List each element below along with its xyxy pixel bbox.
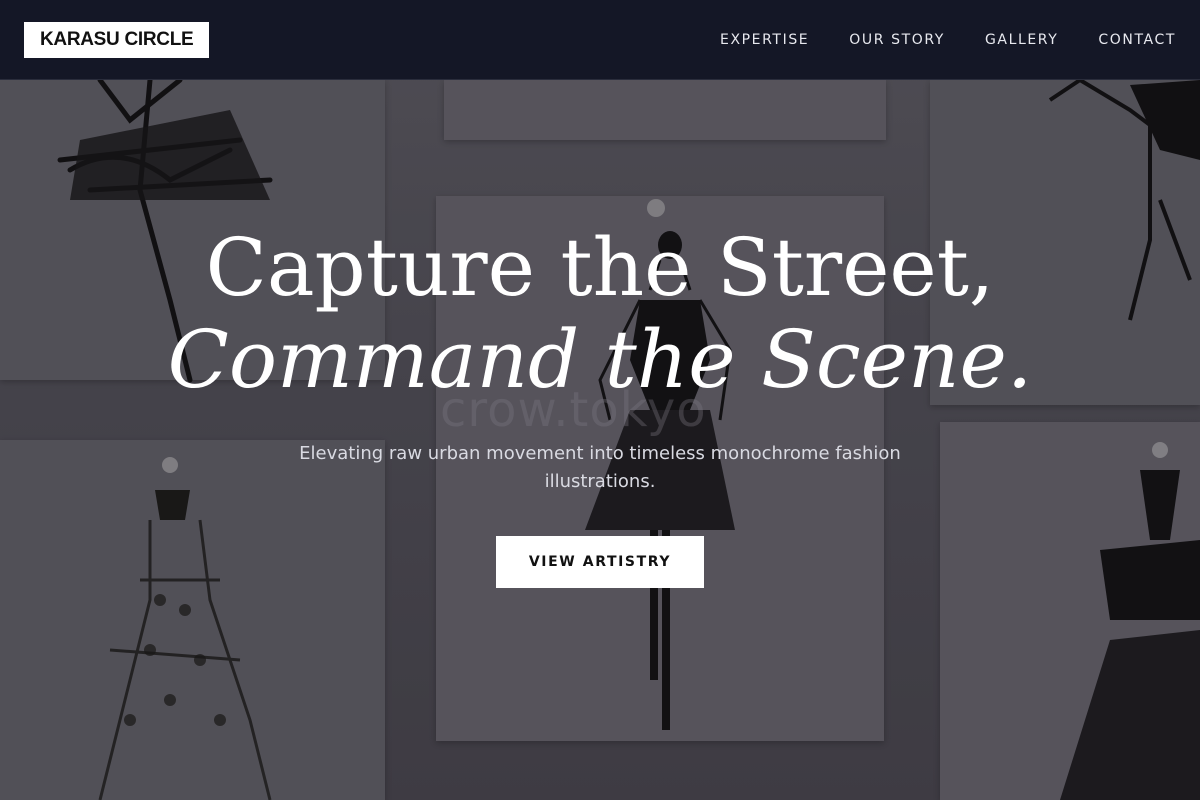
brand-logo[interactable]: KARASU CIRCLE [24, 21, 210, 58]
nav-link-our-story[interactable]: OUR STORY [849, 32, 945, 48]
headline-line-2: Command the Scene. [167, 313, 1033, 406]
view-artistry-button[interactable]: VIEW ARTISTRY [496, 536, 704, 588]
hero-subtitle: Elevating raw urban movement into timele… [299, 443, 901, 492]
nav-link-gallery[interactable]: GALLERY [985, 32, 1058, 48]
site-header: KARASU CIRCLE EXPERTISE OUR STORY GALLER… [0, 0, 1200, 80]
nav-link-contact[interactable]: CONTACT [1098, 32, 1176, 48]
headline-line-1: Capture the Street, [205, 221, 995, 314]
main-nav: EXPERTISE OUR STORY GALLERY CONTACT [720, 32, 1176, 48]
hero-headline: Capture the Street, Command the Scene. [168, 222, 1033, 406]
nav-link-expertise[interactable]: EXPERTISE [720, 32, 809, 48]
hero-section: Capture the Street, Command the Scene. E… [0, 80, 1200, 800]
